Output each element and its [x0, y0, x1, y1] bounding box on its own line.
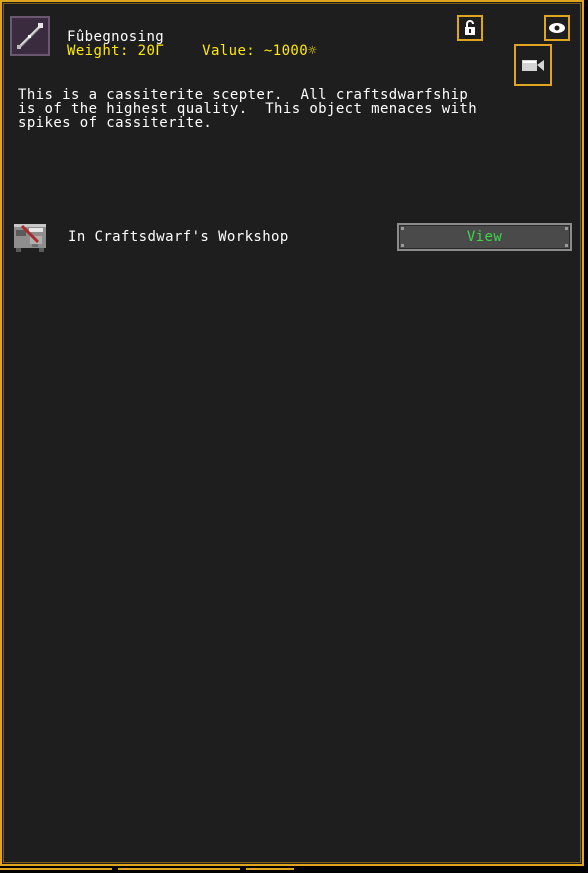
bottom-tab[interactable]: [118, 868, 240, 873]
item-name: Fûbegnosing: [67, 29, 165, 45]
item-stats: Weight: 20Γ Value: ~1000☼: [67, 44, 317, 58]
lock-button[interactable]: [457, 15, 483, 41]
description-line: spikes of cassiterite.: [18, 115, 213, 131]
item-details-panel: Fûbegnosing Weight: 20Γ Value: ~1000☼ Thi…: [0, 0, 584, 866]
item-weight: Weight: 20Γ: [67, 43, 165, 59]
unlock-icon: [465, 20, 475, 35]
bottom-tab[interactable]: [0, 868, 112, 873]
workshop-icon: [12, 218, 48, 254]
description-line: is of the highest quality. This object m…: [18, 101, 478, 117]
item-description: This is a cassiterite scepter. All craft…: [18, 88, 538, 130]
rivet: [401, 227, 404, 230]
description-line: This is a cassiterite scepter. All craft…: [18, 87, 469, 103]
rivet: [401, 244, 404, 247]
eye-icon: [549, 23, 565, 33]
view-button-label: View: [466, 229, 503, 245]
bottom-tab-strip: [0, 866, 588, 873]
bottom-tab[interactable]: [246, 868, 294, 873]
location-text: In Craftsdwarf's Workshop: [68, 229, 289, 245]
eye-button[interactable]: [544, 15, 570, 41]
item-value: Value: ~1000☼: [202, 43, 317, 59]
scepter-icon: [10, 16, 50, 56]
view-button[interactable]: View: [397, 223, 572, 251]
camera-button[interactable]: [514, 44, 552, 86]
rivet: [565, 227, 568, 230]
rivet: [565, 244, 568, 247]
camera-icon: [522, 60, 544, 71]
